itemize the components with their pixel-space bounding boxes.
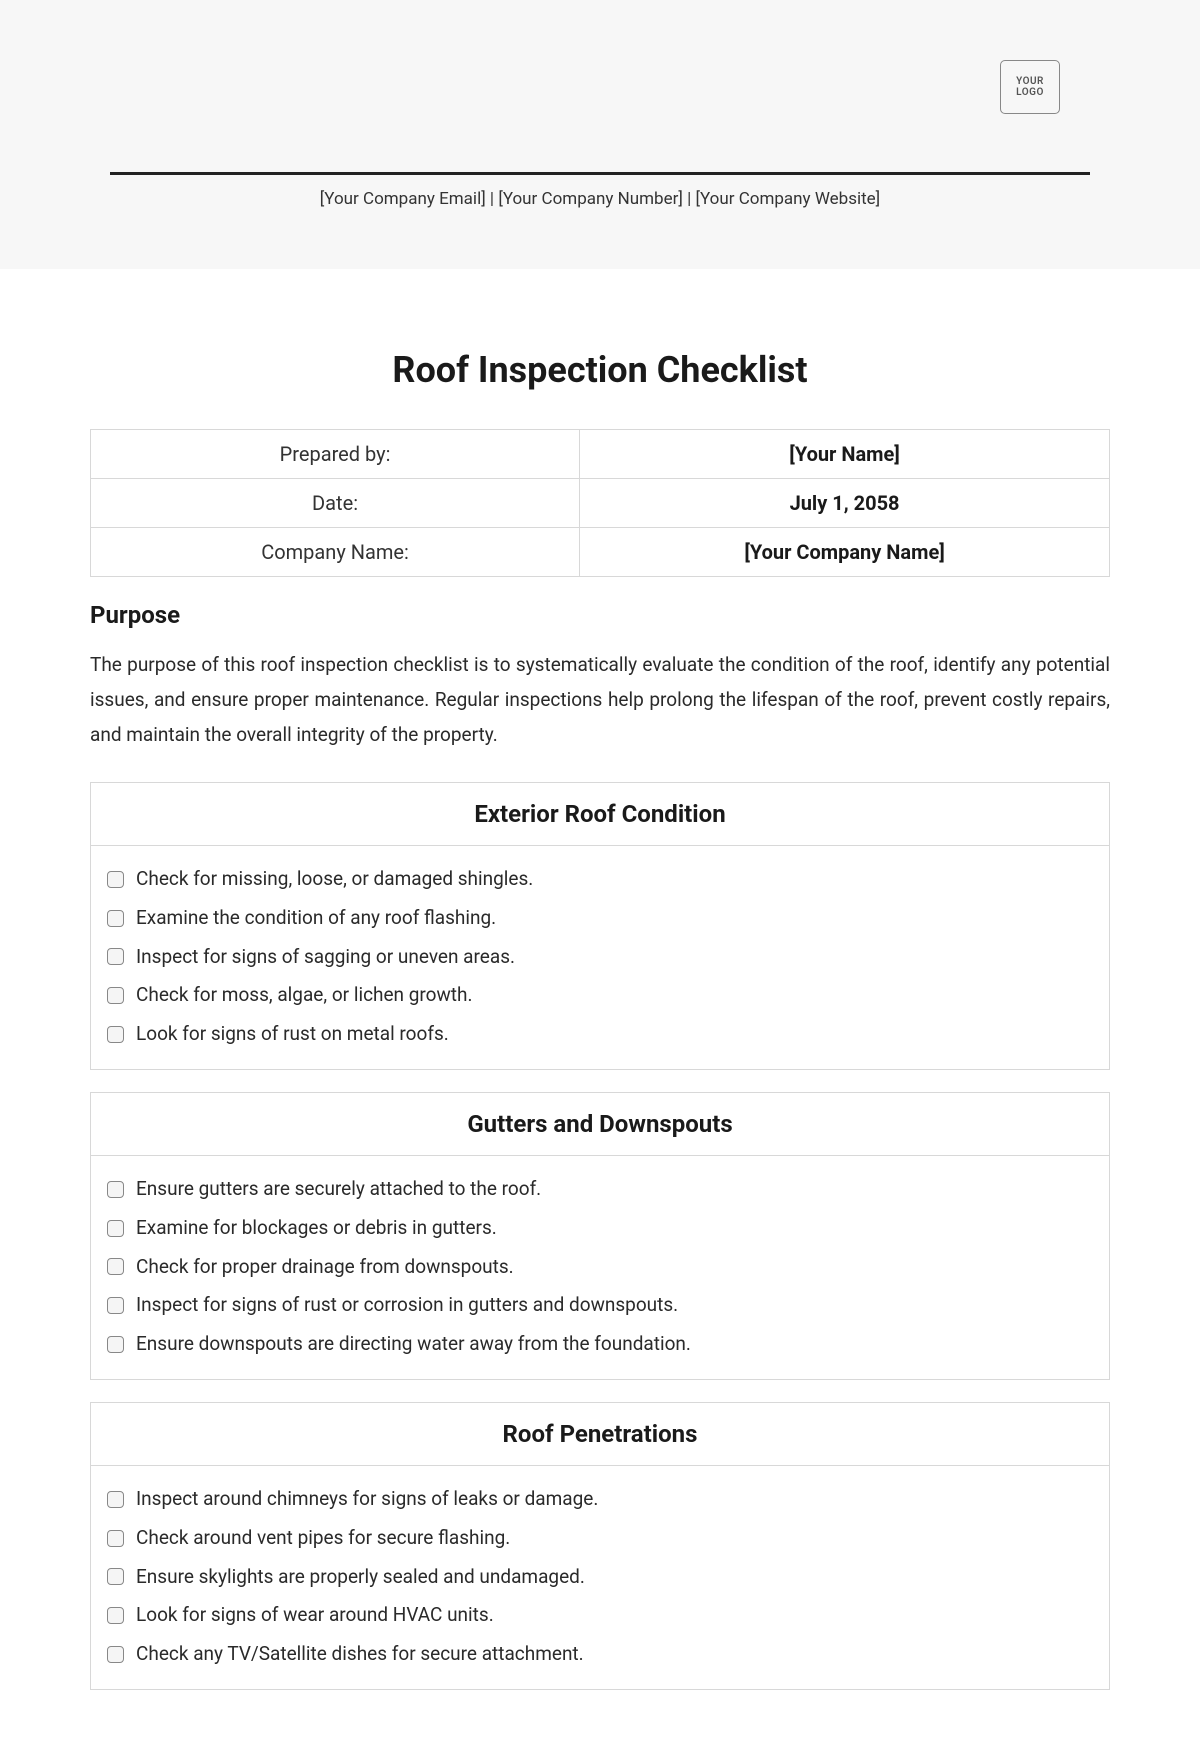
- check-item-label: Check any TV/Satellite dishes for secure…: [136, 1641, 584, 1668]
- list-item: Ensure downspouts are directing water aw…: [107, 1325, 1093, 1364]
- list-item: Check any TV/Satellite dishes for secure…: [107, 1635, 1093, 1674]
- table-row: Prepared by: [Your Name]: [91, 430, 1110, 479]
- contact-website: [Your Company Website]: [695, 189, 880, 209]
- check-item-label: Check around vent pipes for secure flash…: [136, 1525, 510, 1552]
- check-item-label: Inspect for signs of rust or corrosion i…: [136, 1292, 678, 1319]
- list-item: Check for proper drainage from downspout…: [107, 1248, 1093, 1287]
- checkbox-icon[interactable]: [107, 1568, 124, 1585]
- document-title: Roof Inspection Checklist: [90, 349, 1110, 391]
- check-item-label: Examine the condition of any roof flashi…: [136, 905, 496, 932]
- checkbox-icon[interactable]: [107, 1258, 124, 1275]
- check-item-label: Ensure downspouts are directing water aw…: [136, 1331, 691, 1358]
- contact-number: [Your Company Number]: [498, 189, 683, 209]
- list-item: Examine the condition of any roof flashi…: [107, 899, 1093, 938]
- table-row: Company Name: [Your Company Name]: [91, 528, 1110, 577]
- table-row: Date: July 1, 2058: [91, 479, 1110, 528]
- checklist-section-exterior: Exterior Roof Condition Check for missin…: [90, 782, 1110, 1070]
- checklist-items: Check for missing, loose, or damaged shi…: [91, 846, 1109, 1069]
- check-item-label: Check for proper drainage from downspout…: [136, 1254, 514, 1281]
- contact-line: [Your Company Email] | [Your Company Num…: [110, 175, 1090, 209]
- checkbox-icon[interactable]: [107, 1491, 124, 1508]
- check-item-label: Examine for blockages or debris in gutte…: [136, 1215, 497, 1242]
- section-title: Gutters and Downspouts: [91, 1093, 1109, 1156]
- list-item: Inspect around chimneys for signs of lea…: [107, 1480, 1093, 1519]
- info-value: July 1, 2058: [580, 479, 1110, 528]
- list-item: Ensure skylights are properly sealed and…: [107, 1558, 1093, 1597]
- section-title: Exterior Roof Condition: [91, 783, 1109, 846]
- check-item-label: Look for signs of wear around HVAC units…: [136, 1602, 494, 1629]
- list-item: Inspect for signs of rust or corrosion i…: [107, 1286, 1093, 1325]
- list-item: Examine for blockages or debris in gutte…: [107, 1209, 1093, 1248]
- checklist-section-gutters: Gutters and Downspouts Ensure gutters ar…: [90, 1092, 1110, 1380]
- header-region: YOUR LOGO [Your Company Email] | [Your C…: [0, 0, 1200, 269]
- check-item-label: Look for signs of rust on metal roofs.: [136, 1021, 449, 1048]
- check-item-label: Ensure skylights are properly sealed and…: [136, 1564, 585, 1591]
- checkbox-icon[interactable]: [107, 1607, 124, 1624]
- info-value: [Your Company Name]: [580, 528, 1110, 577]
- logo-line2: LOGO: [1016, 87, 1044, 98]
- check-item-label: Check for moss, algae, or lichen growth.: [136, 982, 472, 1009]
- checkbox-icon[interactable]: [107, 871, 124, 888]
- list-item: Check for missing, loose, or damaged shi…: [107, 860, 1093, 899]
- contact-email: [Your Company Email]: [320, 189, 486, 209]
- list-item: Check for moss, algae, or lichen growth.: [107, 976, 1093, 1015]
- purpose-heading: Purpose: [90, 601, 1110, 629]
- check-item-label: Ensure gutters are securely attached to …: [136, 1176, 541, 1203]
- contact-sep: |: [683, 189, 696, 209]
- list-item: Inspect for signs of sagging or uneven a…: [107, 938, 1093, 977]
- checkbox-icon[interactable]: [107, 987, 124, 1004]
- info-value: [Your Name]: [580, 430, 1110, 479]
- purpose-text: The purpose of this roof inspection chec…: [90, 647, 1110, 752]
- info-label: Date:: [91, 479, 580, 528]
- check-item-label: Inspect around chimneys for signs of lea…: [136, 1486, 598, 1513]
- checklist-items: Ensure gutters are securely attached to …: [91, 1156, 1109, 1379]
- checkbox-icon[interactable]: [107, 910, 124, 927]
- checkbox-icon[interactable]: [107, 1646, 124, 1663]
- main-content: Roof Inspection Checklist Prepared by: […: [0, 269, 1200, 1752]
- logo-placeholder: YOUR LOGO: [1000, 60, 1060, 114]
- checkbox-icon[interactable]: [107, 1220, 124, 1237]
- checkbox-icon[interactable]: [107, 1181, 124, 1198]
- contact-sep: |: [486, 189, 499, 209]
- checklist-section-penetrations: Roof Penetrations Inspect around chimney…: [90, 1402, 1110, 1690]
- checkbox-icon[interactable]: [107, 1297, 124, 1314]
- checkbox-icon[interactable]: [107, 1026, 124, 1043]
- check-item-label: Inspect for signs of sagging or uneven a…: [136, 944, 515, 971]
- checklist-items: Inspect around chimneys for signs of lea…: [91, 1466, 1109, 1689]
- info-label: Prepared by:: [91, 430, 580, 479]
- list-item: Ensure gutters are securely attached to …: [107, 1170, 1093, 1209]
- info-label: Company Name:: [91, 528, 580, 577]
- info-table: Prepared by: [Your Name] Date: July 1, 2…: [90, 429, 1110, 577]
- checkbox-icon[interactable]: [107, 948, 124, 965]
- list-item: Look for signs of wear around HVAC units…: [107, 1596, 1093, 1635]
- list-item: Look for signs of rust on metal roofs.: [107, 1015, 1093, 1054]
- check-item-label: Check for missing, loose, or damaged shi…: [136, 866, 533, 893]
- logo-line1: YOUR: [1016, 76, 1044, 87]
- section-title: Roof Penetrations: [91, 1403, 1109, 1466]
- checkbox-icon[interactable]: [107, 1336, 124, 1353]
- checkbox-icon[interactable]: [107, 1530, 124, 1547]
- list-item: Check around vent pipes for secure flash…: [107, 1519, 1093, 1558]
